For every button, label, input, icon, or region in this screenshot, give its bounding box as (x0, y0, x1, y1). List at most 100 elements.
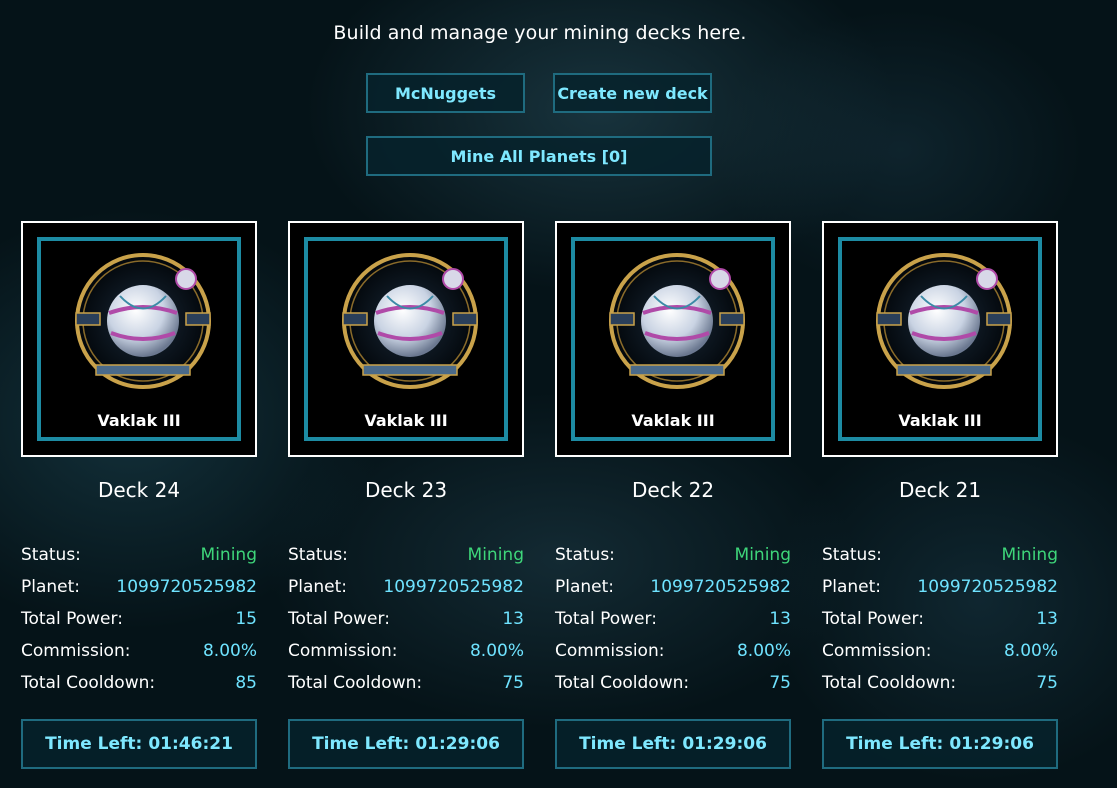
stat-label: Status: (555, 545, 615, 565)
time-left-label: Time Left: (579, 734, 677, 754)
stat-row-commission: Commission: 8.00% (21, 635, 257, 667)
stat-row-planet: Planet: 1099720525982 (21, 571, 257, 603)
time-left-button[interactable]: Time Left: 01:29:06 (822, 719, 1058, 769)
planet-card[interactable]: Vaklak III (21, 221, 257, 457)
stat-row-status: Status: Mining (555, 539, 791, 571)
stat-row-cooldown: Total Cooldown: 75 (555, 667, 791, 699)
stat-label: Total Cooldown: (555, 673, 690, 693)
stat-label: Status: (288, 545, 348, 565)
cooldown-value: 75 (1036, 673, 1058, 693)
deck-stats: Status: Mining Planet: 1099720525982 Total… (822, 539, 1058, 699)
deck-stats: Status: Mining Planet: 1099720525982 Total… (288, 539, 524, 699)
planet-id-value: 1099720525982 (116, 577, 257, 597)
deck-stats: Status: Mining Planet: 1099720525982 Total… (555, 539, 791, 699)
time-left-value: 01:29:06 (682, 734, 767, 754)
planet-card-frame: Vaklak III (571, 237, 775, 441)
planet-card[interactable]: Vaklak III (822, 221, 1058, 457)
stat-label: Total Cooldown: (21, 673, 156, 693)
planet-name: Vaklak III (97, 411, 181, 430)
planet-card-frame: Vaklak III (304, 237, 508, 441)
planet-emblem-icon (75, 253, 211, 389)
stat-row-power: Total Power: 15 (21, 603, 257, 635)
commission-value: 8.00% (1003, 641, 1058, 661)
planet-card[interactable]: Vaklak III (555, 221, 791, 457)
time-left-label: Time Left: (45, 734, 143, 754)
planet-id-value: 1099720525982 (917, 577, 1058, 597)
status-value: Mining (734, 545, 791, 565)
deck-stats: Status: Mining Planet: 1099720525982 Total… (21, 539, 257, 699)
power-value: 13 (769, 609, 791, 629)
deck-card: Vaklak III Deck 22 Status: Mining Planet:… (555, 221, 791, 769)
deck-title: Deck 21 (898, 478, 982, 502)
time-left-value: 01:29:06 (415, 734, 500, 754)
stat-row-status: Status: Mining (288, 539, 524, 571)
status-value: Mining (1001, 545, 1058, 565)
deck-select-button[interactable]: McNuggets (366, 73, 525, 113)
commission-value: 8.00% (469, 641, 524, 661)
time-left-value: 01:46:21 (148, 734, 233, 754)
planet-card[interactable]: Vaklak III (288, 221, 524, 457)
time-left-button[interactable]: Time Left: 01:46:21 (21, 719, 257, 769)
stat-row-commission: Commission: 8.00% (822, 635, 1058, 667)
stat-row-cooldown: Total Cooldown: 85 (21, 667, 257, 699)
commission-value: 8.00% (202, 641, 257, 661)
stat-row-cooldown: Total Cooldown: 75 (288, 667, 524, 699)
status-value: Mining (200, 545, 257, 565)
stat-label: Planet: (555, 577, 615, 597)
stat-label: Status: (21, 545, 81, 565)
planet-emblem-icon (876, 253, 1012, 389)
stat-row-planet: Planet: 1099720525982 (822, 571, 1058, 603)
time-left-button[interactable]: Time Left: 01:29:06 (288, 719, 524, 769)
deck-card: Vaklak III Deck 21 Status: Mining Planet:… (822, 221, 1058, 769)
stat-label: Commission: (555, 641, 665, 661)
cooldown-value: 75 (502, 673, 524, 693)
stat-label: Planet: (21, 577, 81, 597)
planet-emblem-icon (342, 253, 478, 389)
stat-label: Planet: (288, 577, 348, 597)
stat-row-commission: Commission: 8.00% (555, 635, 791, 667)
deck-title: Deck 23 (364, 478, 448, 502)
stat-label: Commission: (21, 641, 131, 661)
time-left-button[interactable]: Time Left: 01:29:06 (555, 719, 791, 769)
page-subtitle: Build and manage your mining decks here. (333, 22, 747, 44)
stat-row-status: Status: Mining (21, 539, 257, 571)
stat-label: Planet: (822, 577, 882, 597)
planet-card-frame: Vaklak III (838, 237, 1042, 441)
status-value: Mining (467, 545, 524, 565)
stat-row-status: Status: Mining (822, 539, 1058, 571)
planet-card-frame: Vaklak III (37, 237, 241, 441)
stat-label: Status: (822, 545, 882, 565)
planet-emblem-icon (609, 253, 745, 389)
stat-row-commission: Commission: 8.00% (288, 635, 524, 667)
planet-name: Vaklak III (364, 411, 448, 430)
stat-label: Total Cooldown: (822, 673, 957, 693)
planet-name: Vaklak III (898, 411, 982, 430)
mine-all-planets-button[interactable]: Mine All Planets [0] (366, 136, 712, 176)
stat-label: Commission: (288, 641, 398, 661)
stat-label: Total Cooldown: (288, 673, 423, 693)
deck-title: Deck 24 (97, 478, 181, 502)
planet-id-value: 1099720525982 (383, 577, 524, 597)
stat-row-power: Total Power: 13 (555, 603, 791, 635)
planet-id-value: 1099720525982 (650, 577, 791, 597)
cooldown-value: 85 (235, 673, 257, 693)
commission-value: 8.00% (736, 641, 791, 661)
time-left-label: Time Left: (312, 734, 410, 754)
time-left-value: 01:29:06 (949, 734, 1034, 754)
deck-card: Vaklak III Deck 23 Status: Mining Planet:… (288, 221, 524, 769)
power-value: 13 (1036, 609, 1058, 629)
stat-row-cooldown: Total Cooldown: 75 (822, 667, 1058, 699)
create-deck-button[interactable]: Create new deck (553, 73, 712, 113)
stat-label: Total Power: (288, 609, 390, 629)
stat-row-power: Total Power: 13 (288, 603, 524, 635)
power-value: 15 (235, 609, 257, 629)
deck-title: Deck 22 (631, 478, 715, 502)
stat-label: Total Power: (822, 609, 924, 629)
time-left-label: Time Left: (846, 734, 944, 754)
power-value: 13 (502, 609, 524, 629)
cooldown-value: 75 (769, 673, 791, 693)
deck-card: Vaklak III Deck 24 Status: Mining Planet:… (21, 221, 257, 769)
stat-label: Commission: (822, 641, 932, 661)
stat-row-planet: Planet: 1099720525982 (288, 571, 524, 603)
planet-name: Vaklak III (631, 411, 715, 430)
